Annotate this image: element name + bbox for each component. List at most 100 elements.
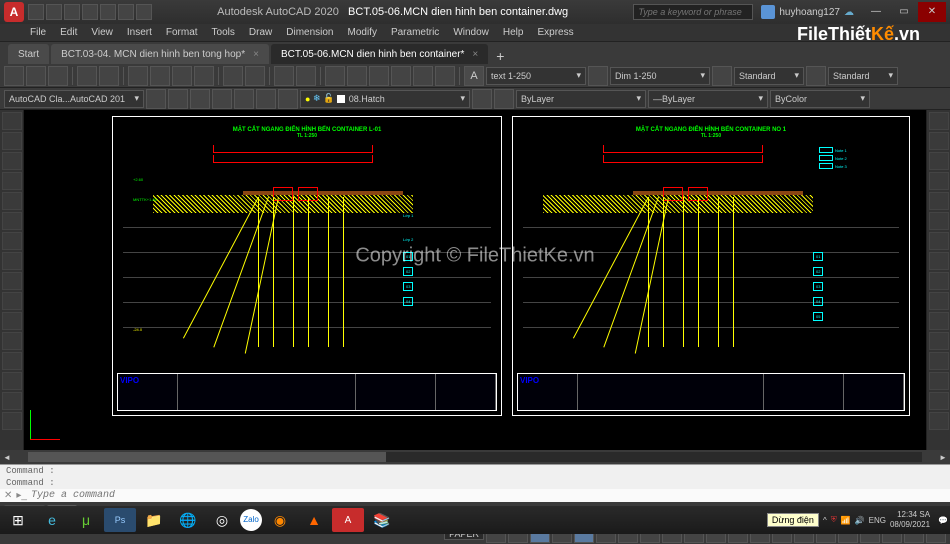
text-style-dropdown[interactable]: text 1-250 xyxy=(486,67,586,85)
tool-spline[interactable] xyxy=(2,232,22,250)
tool-array[interactable] xyxy=(929,192,949,210)
lineweight-combo[interactable]: — ByLayer xyxy=(648,90,768,108)
rb-ssm[interactable] xyxy=(391,66,411,86)
rb-new[interactable] xyxy=(4,66,24,86)
tool-region[interactable] xyxy=(2,352,22,370)
tool-move[interactable] xyxy=(929,212,949,230)
rb-qcalc[interactable] xyxy=(435,66,455,86)
tool-hatch[interactable] xyxy=(2,272,22,290)
minimize-button[interactable]: — xyxy=(862,2,890,22)
username[interactable]: huyhoang127 xyxy=(779,7,840,18)
tool-text[interactable] xyxy=(2,332,22,350)
menu-format[interactable]: Format xyxy=(166,27,198,38)
menu-draw[interactable]: Draw xyxy=(249,27,272,38)
tray-up-icon[interactable]: ^ xyxy=(823,516,827,525)
ml-style-dropdown[interactable]: Standard xyxy=(828,67,898,85)
menu-insert[interactable]: Insert xyxy=(127,27,152,38)
tray-shield-icon[interactable]: ⛨ xyxy=(831,515,837,525)
tray-lang[interactable]: ENG xyxy=(869,516,886,525)
tool-ellipse[interactable] xyxy=(2,252,22,270)
menu-express[interactable]: Express xyxy=(537,27,573,38)
command-input[interactable] xyxy=(31,490,946,501)
pb-layoff[interactable] xyxy=(278,89,298,109)
add-tab-button[interactable]: + xyxy=(490,48,510,64)
tool-pline[interactable] xyxy=(2,132,22,150)
app-logo[interactable]: A xyxy=(4,2,24,22)
tool-rotate[interactable] xyxy=(929,232,949,250)
tool-fillet[interactable] xyxy=(929,392,949,410)
qat-plot[interactable] xyxy=(100,4,116,20)
task-app1[interactable]: ◎ xyxy=(206,508,238,532)
rb-pan[interactable] xyxy=(274,66,294,86)
task-zalo[interactable]: Zalo xyxy=(240,509,262,531)
tool-offset[interactable] xyxy=(929,172,949,190)
doctab-1[interactable]: BCT.03-04. MCN dien hinh ben tong hop*× xyxy=(51,44,269,64)
rb-save[interactable] xyxy=(48,66,68,86)
tool-point[interactable] xyxy=(2,312,22,330)
tool-rect[interactable] xyxy=(2,172,22,190)
rb-open[interactable] xyxy=(26,66,46,86)
dim-style-dropdown[interactable]: Dim 1-250 xyxy=(610,67,710,85)
rb-match[interactable] xyxy=(194,66,214,86)
rb-text[interactable]: A xyxy=(464,66,484,86)
rb-paste[interactable] xyxy=(172,66,192,86)
rb-tbl[interactable] xyxy=(712,66,732,86)
tool-mirror[interactable] xyxy=(929,152,949,170)
tool-table[interactable] xyxy=(2,372,22,390)
color-combo[interactable]: ByColor xyxy=(770,90,870,108)
pb-layfrz[interactable] xyxy=(256,89,276,109)
doctab-2[interactable]: BCT.05-06.MCN dien hinh ben container*× xyxy=(271,44,488,64)
task-winrar[interactable]: 📚 xyxy=(366,508,398,532)
rb-dim[interactable] xyxy=(588,66,608,86)
qat-saveas[interactable] xyxy=(82,4,98,20)
close-icon[interactable]: × xyxy=(253,49,259,60)
rb-copy[interactable] xyxy=(150,66,170,86)
rb-redo2[interactable] xyxy=(245,66,265,86)
tbl-style-dropdown[interactable]: Standard xyxy=(734,67,804,85)
rb-tp[interactable] xyxy=(369,66,389,86)
qat-undo[interactable] xyxy=(118,4,134,20)
tool-line[interactable] xyxy=(2,112,22,130)
rb-dc[interactable] xyxy=(347,66,367,86)
tool-trim[interactable] xyxy=(929,292,949,310)
task-acad[interactable]: A xyxy=(332,508,364,532)
rb-cut[interactable] xyxy=(128,66,148,86)
tool-break[interactable] xyxy=(929,332,949,350)
tool-stretch[interactable] xyxy=(929,272,949,290)
pb-3[interactable] xyxy=(190,89,210,109)
menu-dimension[interactable]: Dimension xyxy=(286,27,333,38)
tool-block[interactable] xyxy=(2,292,22,310)
pb-2[interactable] xyxy=(168,89,188,109)
pb-layer[interactable] xyxy=(212,89,232,109)
task-ps[interactable]: Ps xyxy=(104,508,136,532)
doctab-start[interactable]: Start xyxy=(8,44,49,64)
menu-view[interactable]: View xyxy=(91,27,113,38)
menu-tools[interactable]: Tools xyxy=(212,27,235,38)
pb-1[interactable] xyxy=(146,89,166,109)
task-ie[interactable]: e xyxy=(36,508,68,532)
rb-zoom[interactable] xyxy=(296,66,316,86)
menu-edit[interactable]: Edit xyxy=(60,27,77,38)
scroll-thumb[interactable] xyxy=(28,452,386,462)
rb-undo2[interactable] xyxy=(223,66,243,86)
maximize-button[interactable]: ▭ xyxy=(890,2,918,22)
tray-net-icon[interactable]: 📶 xyxy=(841,516,851,525)
tool-mline[interactable] xyxy=(2,392,22,410)
tool-circle[interactable] xyxy=(2,212,22,230)
tray-clock[interactable]: 12:34 SA 08/09/2021 xyxy=(890,510,934,530)
close-button[interactable]: ✕ xyxy=(918,2,946,22)
qat-open[interactable] xyxy=(46,4,62,20)
rb-preview[interactable] xyxy=(99,66,119,86)
menu-parametric[interactable]: Parametric xyxy=(391,27,439,38)
menu-modify[interactable]: Modify xyxy=(348,27,377,38)
tool-join[interactable] xyxy=(929,352,949,370)
close-icon[interactable]: × xyxy=(472,49,478,60)
scroll-right[interactable]: ► xyxy=(936,453,950,462)
tool-extend[interactable] xyxy=(929,312,949,330)
tool-copy[interactable] xyxy=(929,132,949,150)
tool-ray[interactable] xyxy=(2,412,22,430)
tool-chamfer[interactable] xyxy=(929,372,949,390)
qat-new[interactable] xyxy=(28,4,44,20)
scroll-left[interactable]: ◄ xyxy=(0,453,14,462)
pb-layerstate[interactable] xyxy=(494,89,514,109)
